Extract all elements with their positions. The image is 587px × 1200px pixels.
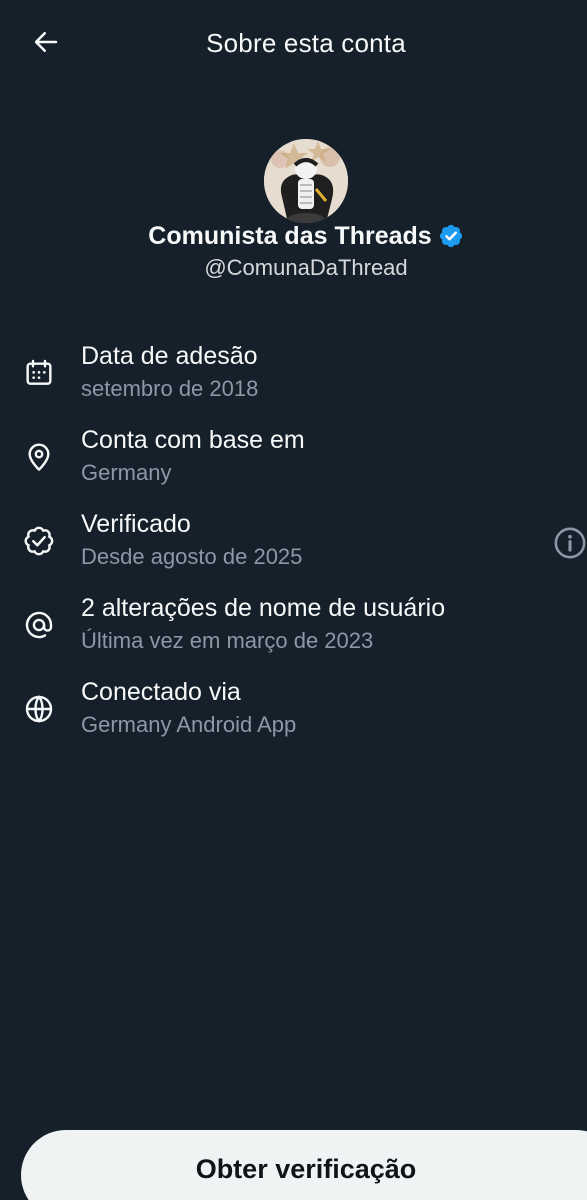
info-icon <box>554 527 586 559</box>
info-row-based-in: Conta com base em Germany <box>0 420 587 504</box>
username-handle: @ComunaDaThread <box>204 255 408 280</box>
display-name: Comunista das Threads <box>148 221 432 250</box>
about-account-screen: Sobre esta conta Comunista das Threads @… <box>0 0 587 1200</box>
info-subtitle: Desde agosto de 2025 <box>81 544 303 569</box>
location-pin-icon <box>20 438 58 476</box>
verification-info-button[interactable] <box>553 526 587 560</box>
info-title: Conta com base em <box>81 426 305 454</box>
avatar-image <box>264 139 348 223</box>
info-row-verified: Verificado Desde agosto de 2025 <box>0 504 587 588</box>
display-name-row: Comunista das Threads <box>0 218 587 254</box>
get-verified-label: Obter verificação <box>195 1154 417 1184</box>
globe-icon <box>20 690 58 728</box>
account-info-list: Data de adesão setembro de 2018 Conta co… <box>0 336 587 756</box>
info-subtitle: Germany Android App <box>81 712 297 737</box>
top-app-bar: Sobre esta conta <box>0 0 587 86</box>
at-sign-icon <box>20 606 58 644</box>
verified-badge-icon <box>438 223 464 249</box>
info-title: Verificado <box>81 510 191 538</box>
get-verified-button[interactable]: Obter verificação <box>21 1130 587 1200</box>
info-subtitle: Germany <box>81 460 172 485</box>
calendar-icon <box>20 354 58 392</box>
avatar[interactable] <box>264 139 348 223</box>
info-subtitle: Última vez em março de 2023 <box>81 628 374 653</box>
info-title: Conectado via <box>81 678 241 706</box>
info-title: Data de adesão <box>81 342 258 370</box>
info-title: 2 alterações de nome de usuário <box>81 594 446 622</box>
info-row-username-changes: 2 alterações de nome de usuário Última v… <box>0 588 587 672</box>
info-row-join-date: Data de adesão setembro de 2018 <box>0 336 587 420</box>
verified-check-icon <box>20 522 58 560</box>
page-title: Sobre esta conta <box>206 27 406 58</box>
info-subtitle: setembro de 2018 <box>81 376 259 401</box>
info-row-connected-via: Conectado via Germany Android App <box>0 672 587 756</box>
